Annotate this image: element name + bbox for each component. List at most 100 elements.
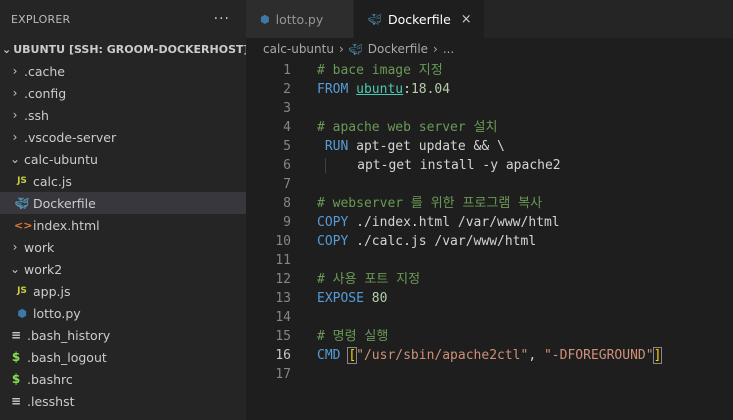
tree-item-work2[interactable]: ⌄ work2 bbox=[0, 258, 246, 280]
code-line[interactable]: 17 bbox=[246, 365, 733, 384]
code-line[interactable]: 2 FROM ubuntu:18.04 bbox=[246, 80, 733, 99]
tab-label: Dockerfile bbox=[387, 11, 451, 27]
line-number: 2 bbox=[283, 82, 291, 97]
javascript-icon: JS bbox=[17, 286, 27, 296]
code-line[interactable]: 9 COPY ./index.html /var/www/html bbox=[246, 213, 733, 232]
code-line[interactable]: 12 # 사용 포트 지정 bbox=[246, 270, 733, 289]
explorer-title: EXPLORER bbox=[11, 12, 71, 26]
docker-icon: 🐳︎ bbox=[348, 42, 363, 56]
tree-item-app-js[interactable]: JS app.js bbox=[0, 280, 246, 302]
code-line[interactable]: 5 RUN apt-get update && \ bbox=[246, 137, 733, 156]
tree-item-bashrc[interactable]: $ .bashrc bbox=[0, 368, 246, 390]
workspace-section-header[interactable]: ⌄ UBUNTU [SSH: GROOM-DOCKERHOST] bbox=[0, 38, 246, 60]
tree-item-label: .cache bbox=[24, 63, 65, 79]
code-line[interactable]: 10 COPY ./calc.js /var/www/html bbox=[246, 232, 733, 251]
tree-item-index-html[interactable]: <> index.html bbox=[0, 214, 246, 236]
shell-file-icon: $ bbox=[11, 350, 21, 364]
code-text: COPY ./calc.js /var/www/html bbox=[317, 234, 537, 249]
tab-label: lotto.py bbox=[275, 11, 324, 27]
chevron-right-icon: › bbox=[12, 64, 18, 78]
tree-item-cache[interactable]: › .cache bbox=[0, 60, 246, 82]
code-line[interactable]: 1 # bace image 지정 bbox=[246, 61, 733, 80]
breadcrumb: calc-ubuntu › 🐳︎ Dockerfile › ... bbox=[246, 38, 733, 60]
code-text: # 사용 포트 지정 bbox=[317, 272, 421, 287]
chevron-right-icon: › bbox=[433, 42, 438, 56]
code-line[interactable]: 7 bbox=[246, 175, 733, 194]
shell-file-icon: $ bbox=[11, 372, 21, 386]
tree-item-dockerfile[interactable]: 🐳︎ Dockerfile bbox=[0, 192, 246, 214]
breadcrumb-ellipsis[interactable]: ... bbox=[443, 42, 454, 56]
code-text: EXPOSE 80 bbox=[317, 291, 388, 306]
workspace-section-label: UBUNTU [SSH: GROOM-DOCKERHOST] bbox=[13, 42, 246, 56]
close-icon[interactable]: × bbox=[461, 12, 472, 27]
tree-item-label: work bbox=[24, 239, 55, 255]
text-file-icon: ≡ bbox=[10, 394, 22, 408]
tree-item-config[interactable]: › .config bbox=[0, 82, 246, 104]
tab-bar: ⬢ lotto.py 🐳︎ Dockerfile × bbox=[246, 0, 733, 38]
tab-dockerfile[interactable]: 🐳︎ Dockerfile × bbox=[354, 0, 485, 38]
code-line[interactable]: 14 bbox=[246, 308, 733, 327]
chevron-right-icon: › bbox=[12, 86, 18, 100]
line-number: 16 bbox=[275, 348, 291, 363]
code-text: CMD ["/usr/sbin/apache2ctl", "-DFOREGROU… bbox=[317, 347, 663, 364]
code-line[interactable]: 16 CMD ["/usr/sbin/apache2ctl", "-DFOREGR… bbox=[246, 346, 733, 365]
python-icon: ⬢ bbox=[260, 12, 270, 26]
tree-item-label: calc-ubuntu bbox=[24, 151, 98, 167]
docker-icon: 🐳︎ bbox=[368, 12, 382, 26]
html-icon: <> bbox=[14, 218, 33, 232]
tab-lotto-py[interactable]: ⬢ lotto.py bbox=[246, 0, 354, 38]
tree-item-lesshst[interactable]: ≡ .lesshst bbox=[0, 390, 246, 412]
breadcrumb-file[interactable]: Dockerfile bbox=[368, 42, 428, 56]
tree-item-label: .ssh bbox=[24, 107, 49, 123]
line-number: 6 bbox=[283, 158, 291, 173]
tree-item-lotto-py[interactable]: ⬢ lotto.py bbox=[0, 302, 246, 324]
tree-item-calc-js[interactable]: JS calc.js bbox=[0, 170, 246, 192]
tree-item-label: .vscode-server bbox=[24, 129, 117, 145]
tree-item-vscode-server[interactable]: › .vscode-server bbox=[0, 126, 246, 148]
breadcrumb-folder[interactable]: calc-ubuntu bbox=[263, 42, 334, 56]
tree-item-label: .bash_history bbox=[27, 327, 111, 343]
code-line[interactable]: 3 bbox=[246, 99, 733, 118]
code-text: apt-get install -y apache2 bbox=[317, 156, 561, 175]
tree-item-work[interactable]: › work bbox=[0, 236, 246, 258]
tree-item-label: app.js bbox=[33, 283, 71, 299]
python-icon: ⬢ bbox=[17, 306, 27, 320]
line-number: 17 bbox=[275, 367, 291, 382]
code-text: FROM ubuntu:18.04 bbox=[317, 82, 451, 97]
line-number: 11 bbox=[275, 253, 291, 268]
code-text: # webserver 를 위한 프로그램 복사 bbox=[317, 196, 543, 211]
code-editor[interactable]: 1 # bace image 지정 2 FROM ubuntu:18.04 3 4 # ap… bbox=[246, 61, 733, 384]
tree-item-bash-history[interactable]: ≡ .bash_history bbox=[0, 324, 246, 346]
tree-item-label: .lesshst bbox=[27, 393, 75, 409]
tree-item-calc-ubuntu[interactable]: ⌄ calc-ubuntu bbox=[0, 148, 246, 170]
editor-area: ⬢ lotto.py 🐳︎ Dockerfile × calc-ubuntu ›… bbox=[246, 0, 733, 420]
line-number: 1 bbox=[283, 63, 291, 78]
code-text: # apache web server 설치 bbox=[317, 120, 498, 135]
code-line[interactable]: 8 # webserver 를 위한 프로그램 복사 bbox=[246, 194, 733, 213]
tree-item-label: .bash_logout bbox=[27, 349, 107, 365]
line-number: 9 bbox=[283, 215, 291, 230]
more-actions-icon[interactable]: ··· bbox=[214, 11, 230, 27]
code-line[interactable]: 13 EXPOSE 80 bbox=[246, 289, 733, 308]
tree-item-label: calc.js bbox=[33, 173, 72, 189]
line-number: 14 bbox=[275, 310, 291, 325]
line-number: 3 bbox=[283, 101, 291, 116]
line-number: 15 bbox=[275, 329, 291, 344]
code-line[interactable]: 4 # apache web server 설치 bbox=[246, 118, 733, 137]
line-number: 13 bbox=[275, 291, 291, 306]
tree-item-label: lotto.py bbox=[33, 305, 81, 321]
chevron-down-icon: ⌄ bbox=[2, 42, 12, 56]
chevron-down-icon: ⌄ bbox=[9, 262, 21, 276]
code-line[interactable]: 6 apt-get install -y apache2 bbox=[246, 156, 733, 175]
code-text: # bace image 지정 bbox=[317, 63, 443, 78]
line-number: 10 bbox=[275, 234, 291, 249]
tree-item-label: .bashrc bbox=[27, 371, 73, 387]
chevron-right-icon: › bbox=[12, 130, 18, 144]
tree-item-label: Dockerfile bbox=[33, 195, 96, 211]
code-line[interactable]: 15 # 명령 실행 bbox=[246, 327, 733, 346]
tree-item-bash-logout[interactable]: $ .bash_logout bbox=[0, 346, 246, 368]
code-text: COPY ./index.html /var/www/html bbox=[317, 215, 560, 230]
chevron-down-icon: ⌄ bbox=[9, 152, 21, 166]
tree-item-ssh[interactable]: › .ssh bbox=[0, 104, 246, 126]
code-line[interactable]: 11 bbox=[246, 251, 733, 270]
